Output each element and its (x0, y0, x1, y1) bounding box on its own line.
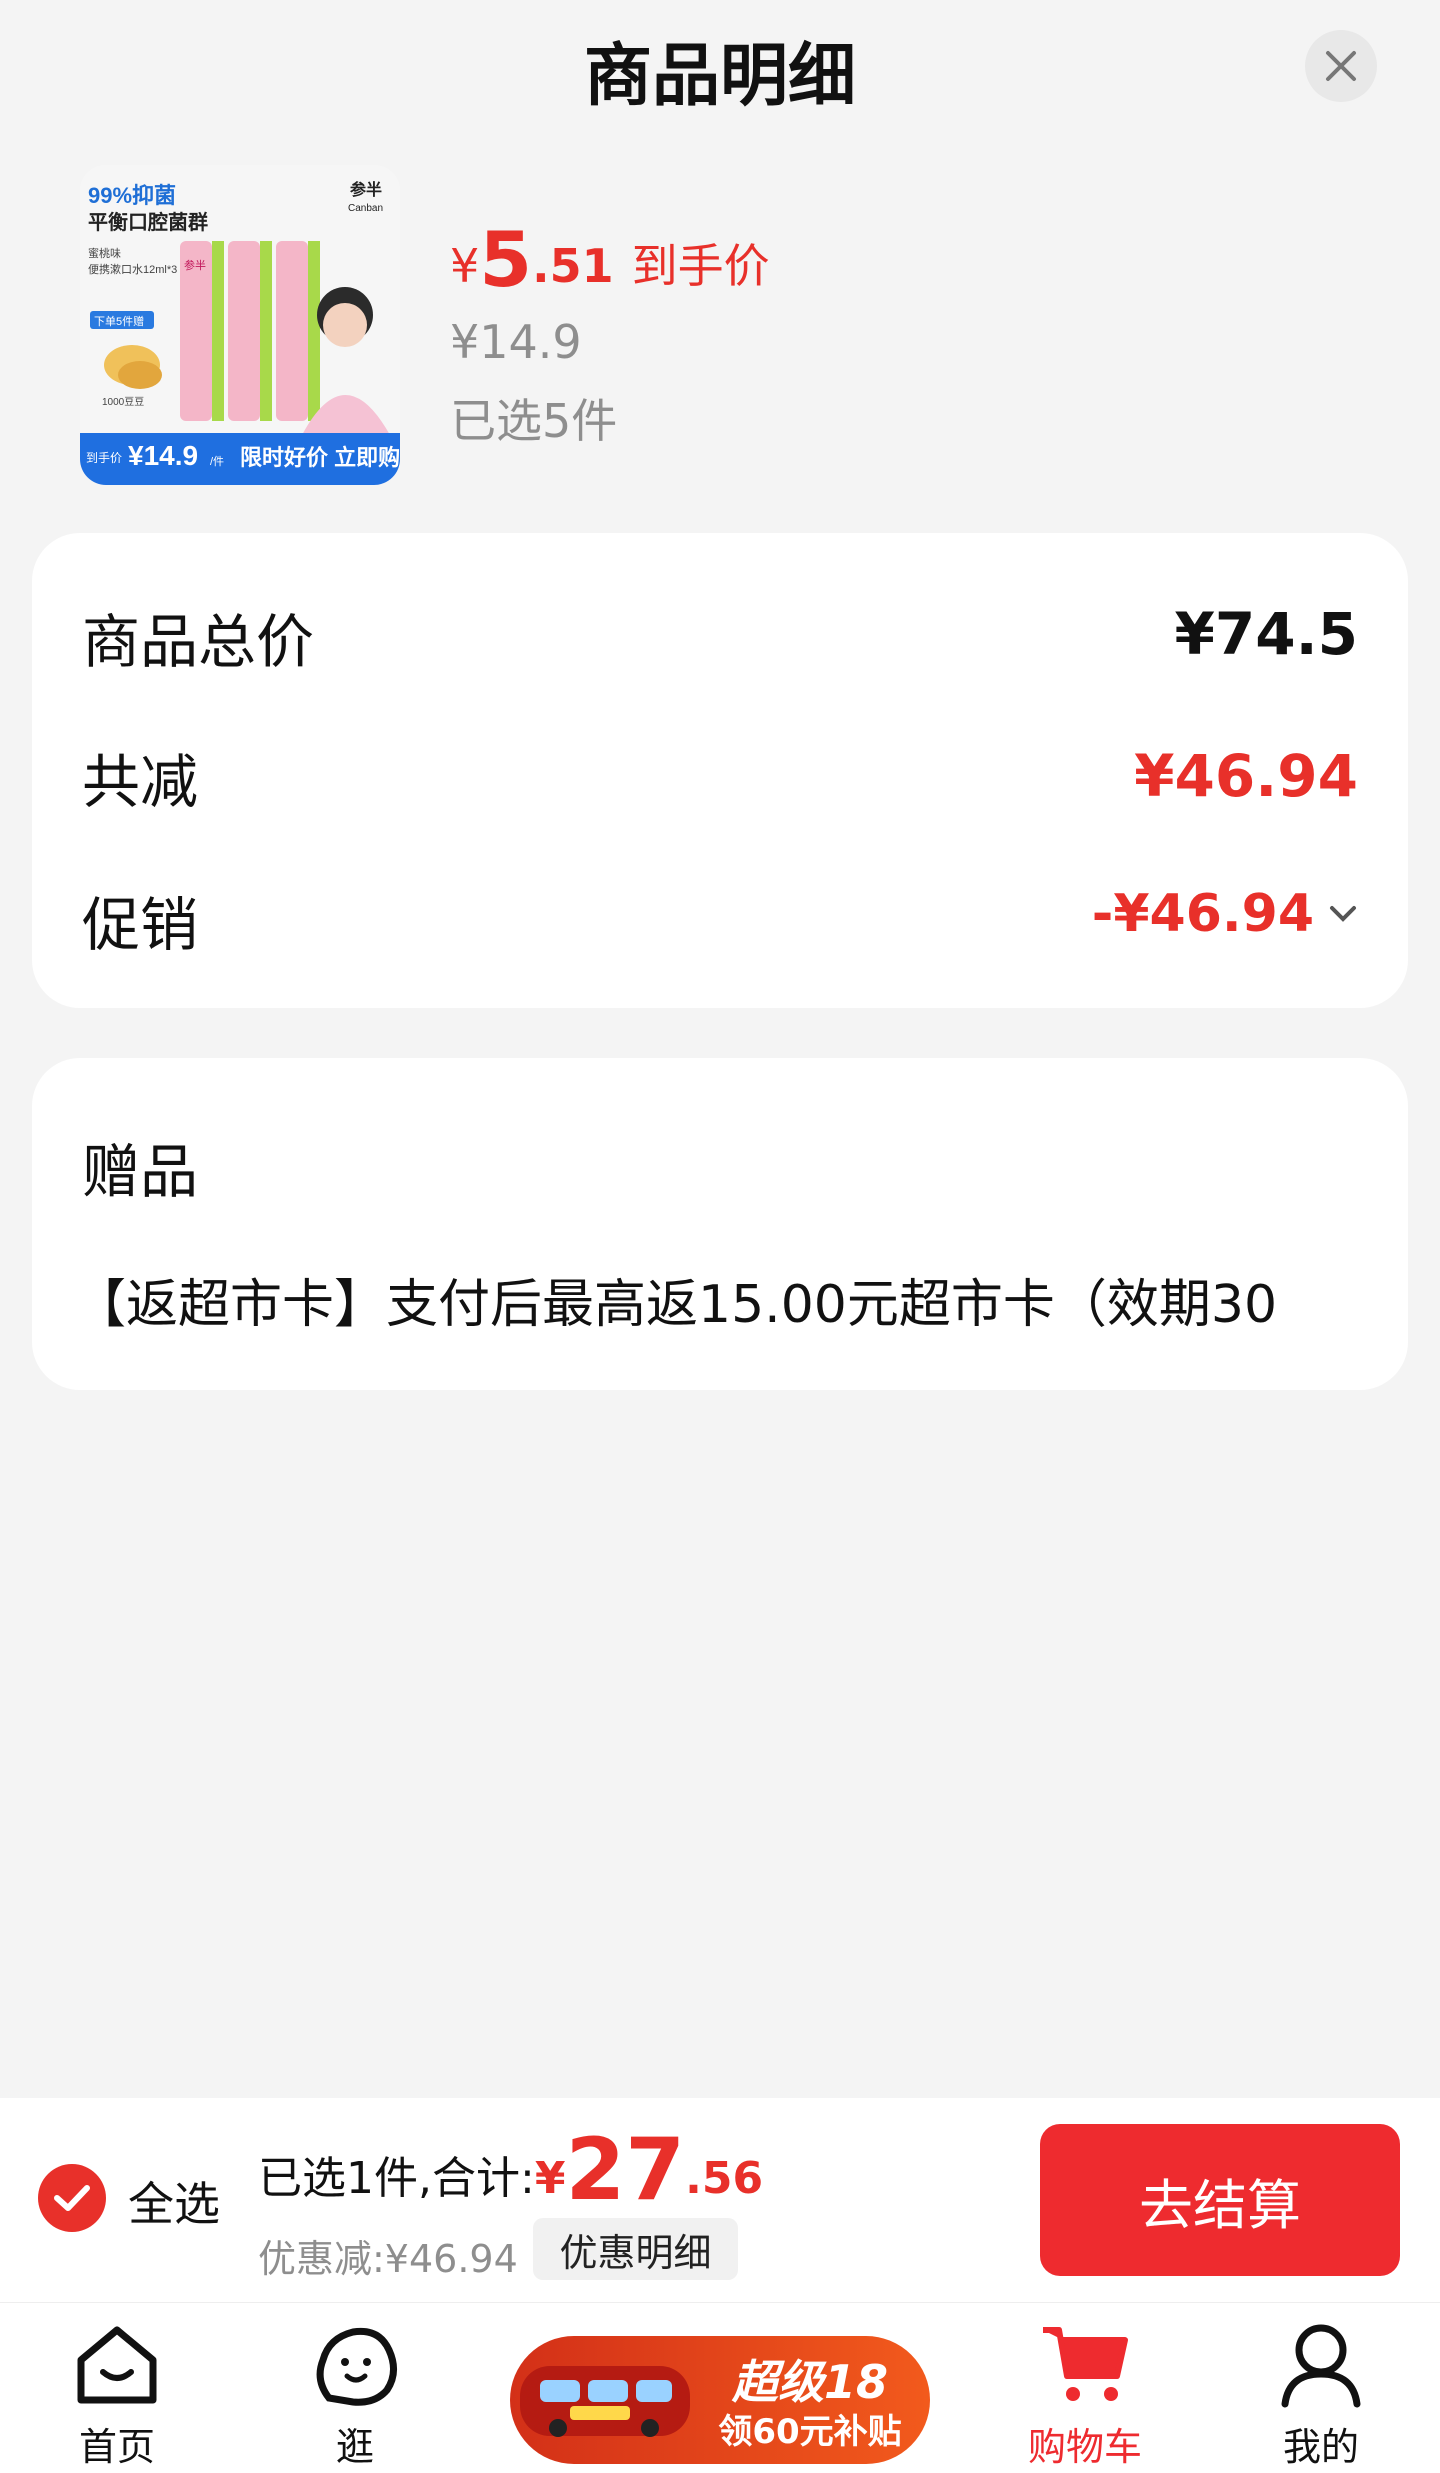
total-symbol: ¥ (534, 2153, 566, 2204)
selected-quantity: 已选5件 (450, 394, 618, 448)
cart-total: 已选1件,合计:¥27.56 (258, 2120, 763, 2220)
gift-title: 赠品 (82, 1138, 199, 1206)
image-brand-en: Canban (348, 203, 383, 214)
nav-item-cart[interactable]: 购物车 (1010, 2320, 1160, 2471)
price-dec: .51 (532, 239, 614, 293)
promo-label: 促销 (82, 891, 199, 959)
nav-item-browse[interactable]: 逛 (280, 2320, 430, 2471)
banner-text: 限时好价 立即购 (240, 445, 400, 470)
price-label: 到手价 (631, 239, 770, 293)
product-image-art: 99%抑菌 平衡口腔菌群 参半 Canban 蜜桃味 便携漱口水12ml*3 下… (80, 165, 400, 485)
banner-unit: /件 (210, 455, 224, 468)
total-int: 27 (565, 2120, 686, 2220)
gift-text: 【返超市卡】支付后最高返15.00元超市卡（效期30 (74, 1275, 1278, 1335)
banner-price: ¥14.9 (128, 440, 198, 471)
promo-row-toggle[interactable]: -¥46.94 (1092, 884, 1358, 944)
price-int: 5 (479, 215, 533, 304)
close-icon (1326, 51, 1356, 81)
close-button[interactable] (1305, 30, 1377, 102)
select-all-checkbox[interactable] (38, 2164, 106, 2232)
summary-prefix: 已选1件,合计: (258, 2153, 535, 2204)
image-tag: 下单5件赠 (94, 314, 144, 328)
promo-subtitle: 领60元补贴 (718, 2412, 902, 2452)
banner-prefix: 到手价 (86, 451, 122, 465)
cart-icon (1043, 2327, 1128, 2401)
chevron-down-icon (1330, 906, 1356, 922)
image-subline: 平衡口腔菌群 (88, 210, 208, 234)
reduce-value: ¥46.94 (1134, 742, 1358, 810)
original-price: ¥14.9 (450, 315, 582, 369)
nav-cart-label: 购物车 (1027, 2425, 1142, 2469)
image-flavor: 蜜桃味 (88, 246, 121, 260)
check-icon (54, 2185, 90, 2211)
nav-mine-label: 我的 (1282, 2425, 1359, 2469)
image-headline: 99%抑菌 (88, 183, 176, 208)
nav-browse-label: 逛 (335, 2425, 374, 2469)
profile-icon (1281, 2324, 1361, 2408)
image-spec: 便携漱口水12ml*3 (88, 262, 177, 276)
total-value: ¥74.5 (1174, 600, 1358, 668)
select-all-label[interactable]: 全选 (128, 2168, 220, 2234)
nav-item-mine[interactable]: 我的 (1246, 2320, 1396, 2471)
checkout-button[interactable]: 去结算 (1040, 2124, 1400, 2276)
promo-banner-super18[interactable]: 超级18 领60元补贴 (510, 2336, 930, 2464)
image-gift: 1000豆豆 (102, 396, 144, 408)
discount-detail-button[interactable]: 优惠明细 (533, 2218, 738, 2280)
deal-price: ¥5.51 到手价 (450, 215, 770, 304)
home-icon (77, 2326, 157, 2404)
nav-home-label: 首页 (78, 2425, 155, 2469)
reduce-label: 共减 (82, 748, 199, 816)
total-dec: .56 (685, 2153, 764, 2204)
image-brand: 参半 (350, 180, 382, 199)
total-label: 商品总价 (82, 608, 315, 676)
bottle-brand: 参半 (184, 258, 206, 272)
page-title: 商品明细 (583, 37, 856, 116)
product-image[interactable]: 99%抑菌 平衡口腔菌群 参半 Canban 蜜桃味 便携漱口水12ml*3 下… (80, 165, 400, 485)
nav-item-home[interactable]: 首页 (42, 2320, 192, 2471)
gift-card (32, 1058, 1408, 1390)
promo-value: -¥46.94 (1091, 884, 1314, 944)
promo-title: 超级18 (731, 2355, 888, 2409)
discount-amount: 优惠减:¥46.94 (258, 2237, 518, 2281)
price-symbol: ¥ (450, 239, 480, 293)
product-bottles: 参半 (180, 241, 320, 421)
browse-icon (316, 2327, 397, 2406)
